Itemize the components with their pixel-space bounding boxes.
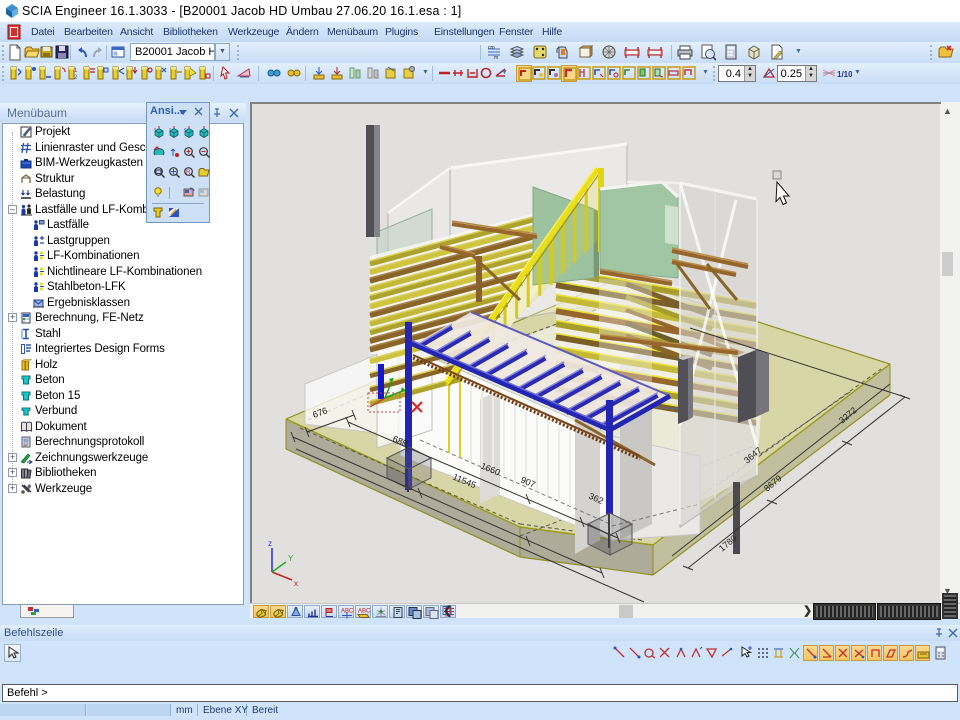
svg-text:ABC: ABC <box>358 609 371 615</box>
svg-text:x: x <box>294 579 298 588</box>
svg-text:x: x <box>154 126 156 131</box>
svg-text:cm: cm <box>488 45 495 51</box>
svg-text:y: y <box>169 126 171 131</box>
svg-text:ABC: ABC <box>341 609 354 615</box>
svg-text:1: 1 <box>74 68 78 74</box>
svg-text:1/10: 1/10 <box>837 70 852 79</box>
svg-text:m: m <box>494 55 498 61</box>
svg-text:z: z <box>184 126 186 131</box>
svg-text:2: 2 <box>74 75 78 81</box>
svg-text:Y: Y <box>288 554 294 563</box>
svg-text:z: z <box>268 539 272 548</box>
svg-text:R: R <box>186 170 191 176</box>
